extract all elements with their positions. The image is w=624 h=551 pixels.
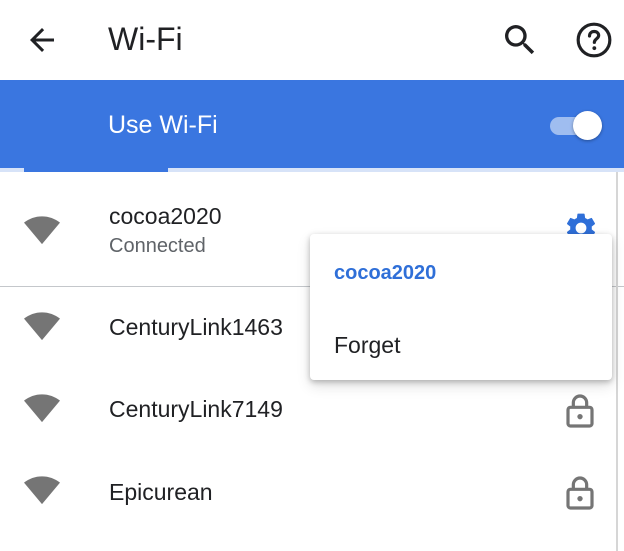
toggle-thumb <box>573 111 602 140</box>
wifi-signal-icon <box>24 312 60 341</box>
network-row-centurylink7149[interactable]: CenturyLink7149 <box>0 369 624 451</box>
network-name: cocoa2020 <box>109 203 222 229</box>
use-wifi-bar[interactable]: Use Wi-Fi <box>0 80 624 168</box>
forget-menu-item[interactable]: Forget <box>334 331 400 359</box>
tab-indicator-track <box>0 168 624 172</box>
lock-icon <box>566 476 594 510</box>
app-bar: Wi-Fi <box>0 0 624 80</box>
wifi-signal-icon <box>24 216 60 245</box>
network-name: CenturyLink1463 <box>109 314 283 340</box>
use-wifi-label: Use Wi-Fi <box>108 111 218 139</box>
scroll-edge <box>616 172 618 551</box>
network-name: CenturyLink7149 <box>109 396 283 422</box>
search-icon[interactable] <box>500 20 540 60</box>
use-wifi-toggle[interactable] <box>548 110 604 140</box>
page-title: Wi-Fi <box>108 21 183 57</box>
network-context-menu: cocoa2020 Forget <box>310 234 612 380</box>
tab-indicator-active <box>24 168 168 172</box>
network-name: Epicurean <box>109 479 213 505</box>
arrow-back-icon[interactable] <box>24 22 60 58</box>
wifi-signal-icon <box>24 394 60 423</box>
lock-icon <box>566 394 594 428</box>
wifi-signal-icon <box>24 476 60 505</box>
network-row-epicurean[interactable]: Epicurean <box>0 451 624 533</box>
help-icon[interactable] <box>574 20 614 60</box>
context-menu-title: cocoa2020 <box>334 262 437 284</box>
network-status: Connected <box>109 235 206 257</box>
